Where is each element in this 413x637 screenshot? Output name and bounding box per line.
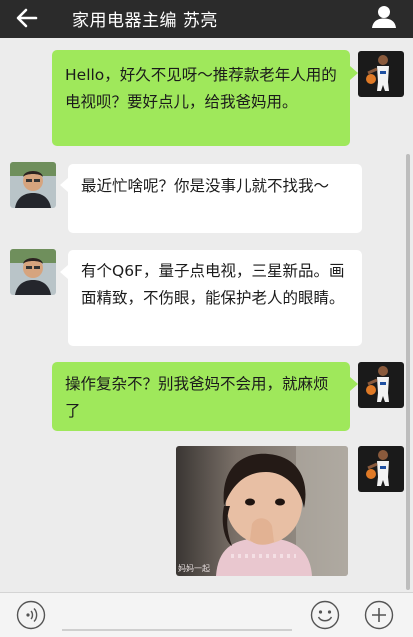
message-text: 有个Q6F，量子点电视，三星新品。画面精致，不伤眼，能保护老人的眼睛。 [81, 262, 345, 307]
man-avatar [10, 249, 56, 295]
message-bubble-outgoing[interactable]: 操作复杂不？别我爸妈不会用，就麻烦了 [52, 362, 350, 431]
bubble-tail [350, 66, 358, 80]
voice-icon [16, 600, 46, 630]
voice-input-button[interactable] [16, 600, 46, 630]
message-bubble-incoming[interactable]: 最近忙啥呢？你是没事儿就不找我～ [68, 164, 362, 233]
plus-icon [364, 600, 394, 630]
message-text: Hello，好久不见呀～推荐款老年人用的电视呗？要好点儿，给我爸妈用。 [65, 66, 337, 111]
message-text: 最近忙啥呢？你是没事儿就不找我～ [81, 177, 330, 195]
basketball-player-avatar [358, 51, 404, 97]
bubble-tail [60, 265, 68, 279]
input-bar [0, 592, 413, 637]
message-text: 操作复杂不？别我爸妈不会用，就麻烦了 [65, 375, 329, 420]
more-button[interactable] [364, 600, 394, 630]
basketball-player-avatar [358, 446, 404, 492]
emoji-button[interactable] [310, 600, 340, 630]
message-bubble-outgoing[interactable]: Hello，好久不见呀～推荐款老年人用的电视呗？要好点儿，给我爸妈用。 [52, 50, 350, 146]
avatar-self[interactable] [358, 51, 404, 97]
avatar-self[interactable] [358, 362, 404, 408]
scrollbar[interactable] [406, 154, 410, 590]
arrow-left-icon [16, 8, 38, 28]
man-avatar [10, 162, 56, 208]
top-bar: 家用电器主编 苏亮 [0, 0, 413, 38]
avatar-contact[interactable] [10, 249, 56, 295]
chat-info-button[interactable] [371, 4, 397, 30]
message-image[interactable]: 妈妈一起 [176, 446, 348, 576]
page-title: 家用电器主编 苏亮 [72, 11, 218, 31]
message-bubble-incoming[interactable]: 有个Q6F，量子点电视，三星新品。画面精致，不伤眼，能保护老人的眼睛。 [68, 250, 362, 346]
person-icon [372, 6, 396, 28]
bubble-tail [350, 377, 358, 391]
image-caption: 妈妈一起 [178, 564, 210, 573]
message-input[interactable] [62, 629, 292, 631]
emoji-icon [310, 600, 340, 630]
back-button[interactable] [14, 5, 40, 31]
avatar-self[interactable] [358, 446, 404, 492]
child-photo [176, 446, 348, 576]
avatar-contact[interactable] [10, 162, 56, 208]
basketball-player-avatar [358, 362, 404, 408]
bubble-tail [60, 178, 68, 192]
